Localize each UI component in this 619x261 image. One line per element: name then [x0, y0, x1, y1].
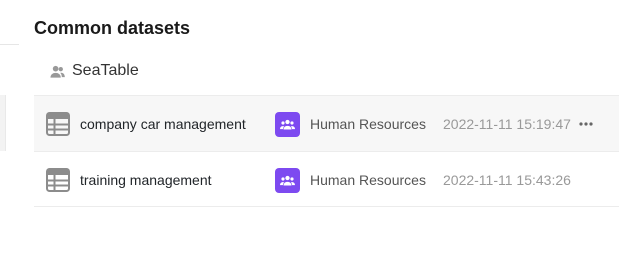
common-datasets-panel: Common datasets SeaTable company car man… [0, 0, 619, 261]
dataset-group: Human Resources [310, 116, 426, 132]
group-icon [50, 65, 65, 78]
dataset-updated-time: 2022-11-11 15:43:26 [443, 172, 571, 188]
group-badge [275, 112, 300, 137]
group-badge [275, 168, 300, 193]
more-options-button[interactable] [576, 114, 596, 134]
group-header: SeaTable [50, 59, 139, 83]
dataset-list: company car management Human Resources 2… [34, 95, 619, 207]
more-icon [579, 122, 593, 126]
dataset-group: Human Resources [310, 172, 426, 188]
table-icon [46, 168, 70, 192]
dataset-row[interactable]: training management Human Resources 2022… [34, 151, 619, 207]
group-name: SeaTable [72, 62, 139, 79]
dataset-name[interactable]: company car management [80, 96, 246, 152]
group-icon [280, 175, 295, 186]
dataset-updated-time: 2022-11-11 15:19:47 [443, 116, 571, 132]
table-icon [46, 112, 70, 136]
group-icon [280, 119, 295, 130]
section-title: Common datasets [34, 18, 191, 38]
dataset-name[interactable]: training management [80, 152, 212, 208]
background-divider-fragment [0, 44, 19, 45]
background-panel-fragment [0, 95, 6, 151]
dataset-row[interactable]: company car management Human Resources 2… [34, 95, 619, 151]
